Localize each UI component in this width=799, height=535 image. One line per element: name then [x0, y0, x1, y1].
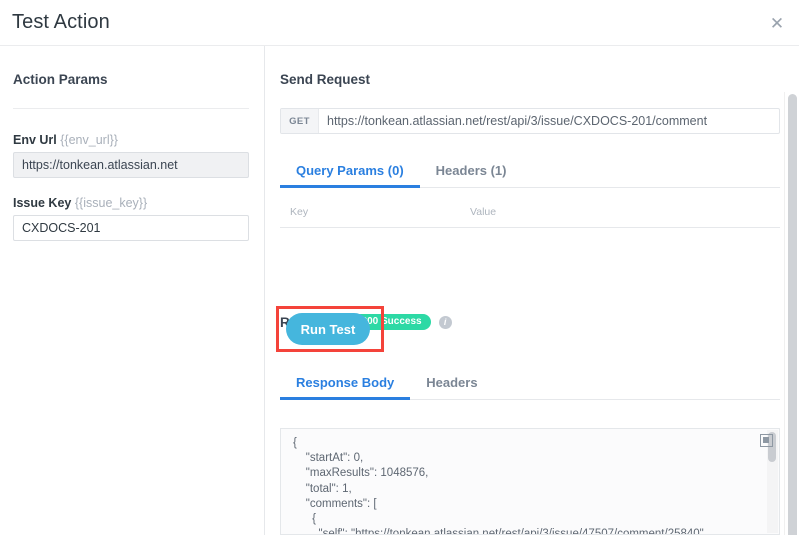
send-request-panel: Send Request GET https://tonkean.atlassi… — [265, 46, 799, 535]
issue-key-label-text: Issue Key — [13, 196, 71, 210]
env-url-label: Env Url {{env_url}} — [13, 133, 118, 147]
info-icon[interactable]: i — [439, 316, 452, 329]
action-params-rule — [13, 108, 249, 109]
response-body-box: { "startAt": 0, "maxResults": 1048576, "… — [280, 428, 780, 535]
close-icon[interactable]: ✕ — [765, 11, 789, 35]
dialog-body: Action Params Env Url {{env_url}} Issue … — [0, 46, 799, 535]
tab-response-headers[interactable]: Headers — [410, 375, 493, 399]
request-url-bar[interactable]: GET https://tonkean.atlassian.net/rest/a… — [280, 108, 780, 134]
params-column-key: Key — [290, 206, 308, 218]
dialog-scroll-thumb[interactable] — [788, 94, 797, 535]
test-action-dialog: Test Action ✕ Action Params Env Url {{en… — [0, 0, 799, 535]
action-params-panel: Action Params Env Url {{env_url}} Issue … — [0, 46, 264, 535]
dialog-titlebar: Test Action ✕ — [0, 0, 799, 46]
response-body-json: { "startAt": 0, "maxResults": 1048576, "… — [281, 429, 779, 535]
expand-icon[interactable] — [760, 434, 773, 447]
run-test-button[interactable]: Run Test — [286, 313, 370, 345]
send-request-heading: Send Request — [280, 72, 370, 87]
tab-headers[interactable]: Headers (1) — [420, 163, 523, 187]
response-tabs: Response Body Headers — [280, 366, 780, 400]
http-method-label: GET — [281, 109, 319, 133]
request-tabs: Query Params (0) Headers (1) — [280, 154, 780, 188]
env-url-input[interactable] — [13, 152, 249, 178]
tab-response-body[interactable]: Response Body — [280, 375, 410, 399]
issue-key-input[interactable] — [13, 215, 249, 241]
params-table-header: Key Value — [280, 204, 780, 228]
params-column-value: Value — [470, 206, 496, 218]
request-url-text[interactable]: https://tonkean.atlassian.net/rest/api/3… — [319, 109, 779, 133]
tab-query-params[interactable]: Query Params (0) — [280, 163, 420, 187]
issue-key-label: Issue Key {{issue_key}} — [13, 196, 147, 210]
env-url-token: {{env_url}} — [60, 133, 118, 147]
issue-key-token: {{issue_key}} — [75, 196, 147, 210]
action-params-heading: Action Params — [13, 72, 108, 87]
dialog-scrollbar[interactable] — [784, 92, 799, 535]
env-url-label-text: Env Url — [13, 133, 57, 147]
page-title: Test Action — [12, 11, 110, 34]
